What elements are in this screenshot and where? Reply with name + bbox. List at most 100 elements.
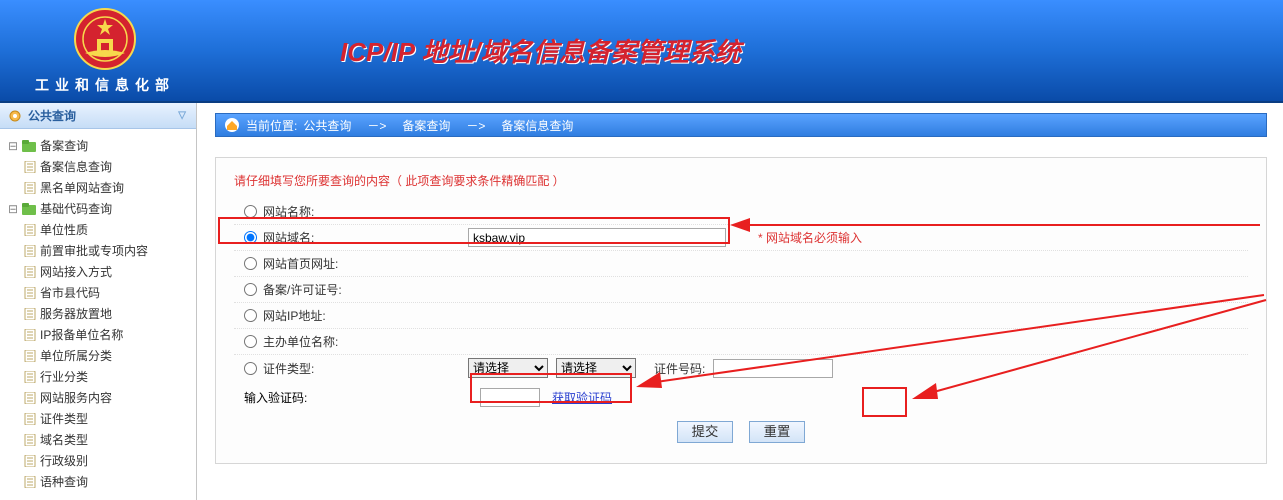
tree-item-1-8[interactable]: 网站服务内容 (4, 387, 192, 408)
cert-no-label: 证件号码: (654, 360, 705, 377)
page-icon (24, 245, 36, 257)
page-icon (24, 182, 36, 194)
form-tip: 请仔细填写您所要查询的内容（ 此项查询要求条件精确匹配 ） (234, 172, 1248, 189)
tree-item-1-7[interactable]: 行业分类 (4, 366, 192, 387)
form-row-1: 网站域名:* 网站域名必须输入 (234, 225, 1248, 251)
tree-item-1-1[interactable]: 前置审批或专项内容 (4, 240, 192, 261)
breadcrumb-path1[interactable]: 公共查询 (303, 117, 351, 134)
radio-5[interactable] (244, 335, 257, 348)
page-icon (24, 392, 36, 404)
radio-label-6[interactable]: 证件类型: (234, 360, 468, 377)
radio-label-5[interactable]: 主办单位名称: (234, 333, 468, 350)
tree-parent-0[interactable]: ⊟备案查询 (4, 135, 192, 156)
row-label: 网站名称: (263, 203, 314, 220)
radio-label-4[interactable]: 网站IP地址: (234, 307, 468, 324)
button-row: 提交 重置 (234, 421, 1248, 443)
form-row-3: 备案/许可证号: (234, 277, 1248, 303)
folder-icon (22, 203, 36, 215)
page-icon (24, 308, 36, 320)
tree-item-1-2[interactable]: 网站接入方式 (4, 261, 192, 282)
tree-item-1-12[interactable]: 语种查询 (4, 471, 192, 492)
cert-no-input[interactable] (713, 359, 833, 378)
tree-item-label: 行业分类 (40, 368, 88, 385)
page-icon (24, 455, 36, 467)
page-icon (24, 266, 36, 278)
breadcrumb-path2[interactable]: 备案查询 (402, 117, 450, 134)
cert-type-select-1[interactable]: 请选择 (468, 358, 548, 378)
breadcrumb-path3[interactable]: 备案信息查询 (501, 117, 573, 134)
tree-item-0-0[interactable]: 备案信息查询 (4, 156, 192, 177)
radio-6[interactable] (244, 362, 257, 375)
captcha-input[interactable] (480, 388, 540, 407)
tree-item-label: 语种查询 (40, 473, 88, 490)
tree-item-label: 单位性质 (40, 221, 88, 238)
get-captcha-link[interactable]: 获取验证码 (552, 389, 612, 406)
row-label: 网站IP地址: (263, 307, 326, 324)
sidebar-panel-title: 公共查询 (28, 107, 76, 124)
gear-icon (8, 109, 22, 123)
page-icon (24, 329, 36, 341)
tree-item-1-4[interactable]: 服务器放置地 (4, 303, 192, 324)
page-icon (24, 434, 36, 446)
row-label: 证件类型: (263, 360, 314, 377)
domain-input[interactable] (468, 228, 726, 247)
tree-item-1-9[interactable]: 证件类型 (4, 408, 192, 429)
sidebar-panel-header[interactable]: 公共查询 ▽ (0, 103, 196, 129)
row-label: 主办单位名称: (263, 333, 338, 350)
row-label: 网站首页网址: (263, 255, 338, 272)
tree-item-label: IP报备单位名称 (40, 326, 123, 343)
sidebar-tree: ⊟备案查询备案信息查询黑名单网站查询 ⊟基础代码查询单位性质前置审批或专项内容网站… (0, 129, 196, 498)
breadcrumb: 当前位置: 公共查询 －> 备案查询 －> 备案信息查询 (215, 113, 1267, 137)
row-label: 备案/许可证号: (263, 281, 342, 298)
cert-type-select-2[interactable]: 请选择 (556, 358, 636, 378)
tree-item-1-6[interactable]: 单位所属分类 (4, 345, 192, 366)
radio-2[interactable] (244, 257, 257, 270)
tree-item-1-11[interactable]: 行政级别 (4, 450, 192, 471)
emblem-section: 工业和信息化部 (0, 7, 210, 95)
radio-3[interactable] (244, 283, 257, 296)
system-title: ICP/IP 地址/域名信息备案管理系统 (340, 32, 741, 69)
form-row-5: 主办单位名称: (234, 329, 1248, 355)
captcha-row: 输入验证码: 获取验证码 (234, 381, 1248, 413)
form-row-2: 网站首页网址: (234, 251, 1248, 277)
sidebar: 公共查询 ▽ ⊟备案查询备案信息查询黑名单网站查询 ⊟基础代码查询单位性质前置审批… (0, 103, 197, 500)
radio-0[interactable] (244, 205, 257, 218)
page-icon (24, 476, 36, 488)
breadcrumb-arrow2: －> (466, 117, 485, 134)
radio-1[interactable] (244, 231, 257, 244)
tree-item-label: 黑名单网站查询 (40, 179, 124, 196)
page-icon (24, 350, 36, 362)
radio-label-0[interactable]: 网站名称: (234, 203, 468, 220)
tree-item-1-3[interactable]: 省市县代码 (4, 282, 192, 303)
tree-item-label: 备案信息查询 (40, 158, 112, 175)
radio-4[interactable] (244, 309, 257, 322)
tree-item-1-0[interactable]: 单位性质 (4, 219, 192, 240)
tree-item-label: 行政级别 (40, 452, 88, 469)
chevron-down-icon: ▽ (178, 110, 186, 121)
tree-item-0-1[interactable]: 黑名单网站查询 (4, 177, 192, 198)
page-icon (24, 371, 36, 383)
radio-label-2[interactable]: 网站首页网址: (234, 255, 468, 272)
radio-label-1[interactable]: 网站域名: (234, 229, 468, 246)
tree-parent-1[interactable]: ⊟基础代码查询 (4, 198, 192, 219)
radio-label-3[interactable]: 备案/许可证号: (234, 281, 468, 298)
tree-item-1-5[interactable]: IP报备单位名称 (4, 324, 192, 345)
main-content: 当前位置: 公共查询 －> 备案查询 －> 备案信息查询 请仔细填写您所要查询的… (197, 103, 1283, 500)
tree-item-label: 单位所属分类 (40, 347, 112, 364)
org-label: 工业和信息化部 (35, 75, 175, 95)
tree-item-label: 证件类型 (40, 410, 88, 427)
row-label: 网站域名: (263, 229, 314, 246)
captcha-label: 输入验证码: (244, 389, 468, 406)
page-icon (24, 224, 36, 236)
form-row-0: 网站名称: (234, 199, 1248, 225)
submit-button[interactable]: 提交 (677, 421, 734, 443)
national-emblem-icon (73, 7, 137, 71)
tree-item-1-10[interactable]: 域名类型 (4, 429, 192, 450)
form-row-4: 网站IP地址: (234, 303, 1248, 329)
page-icon (24, 287, 36, 299)
page-icon (24, 413, 36, 425)
breadcrumb-arrow: －> (367, 117, 386, 134)
expand-icon: ⊟ (8, 202, 18, 216)
tree-item-label: 服务器放置地 (40, 305, 112, 322)
reset-button[interactable]: 重置 (749, 421, 806, 443)
